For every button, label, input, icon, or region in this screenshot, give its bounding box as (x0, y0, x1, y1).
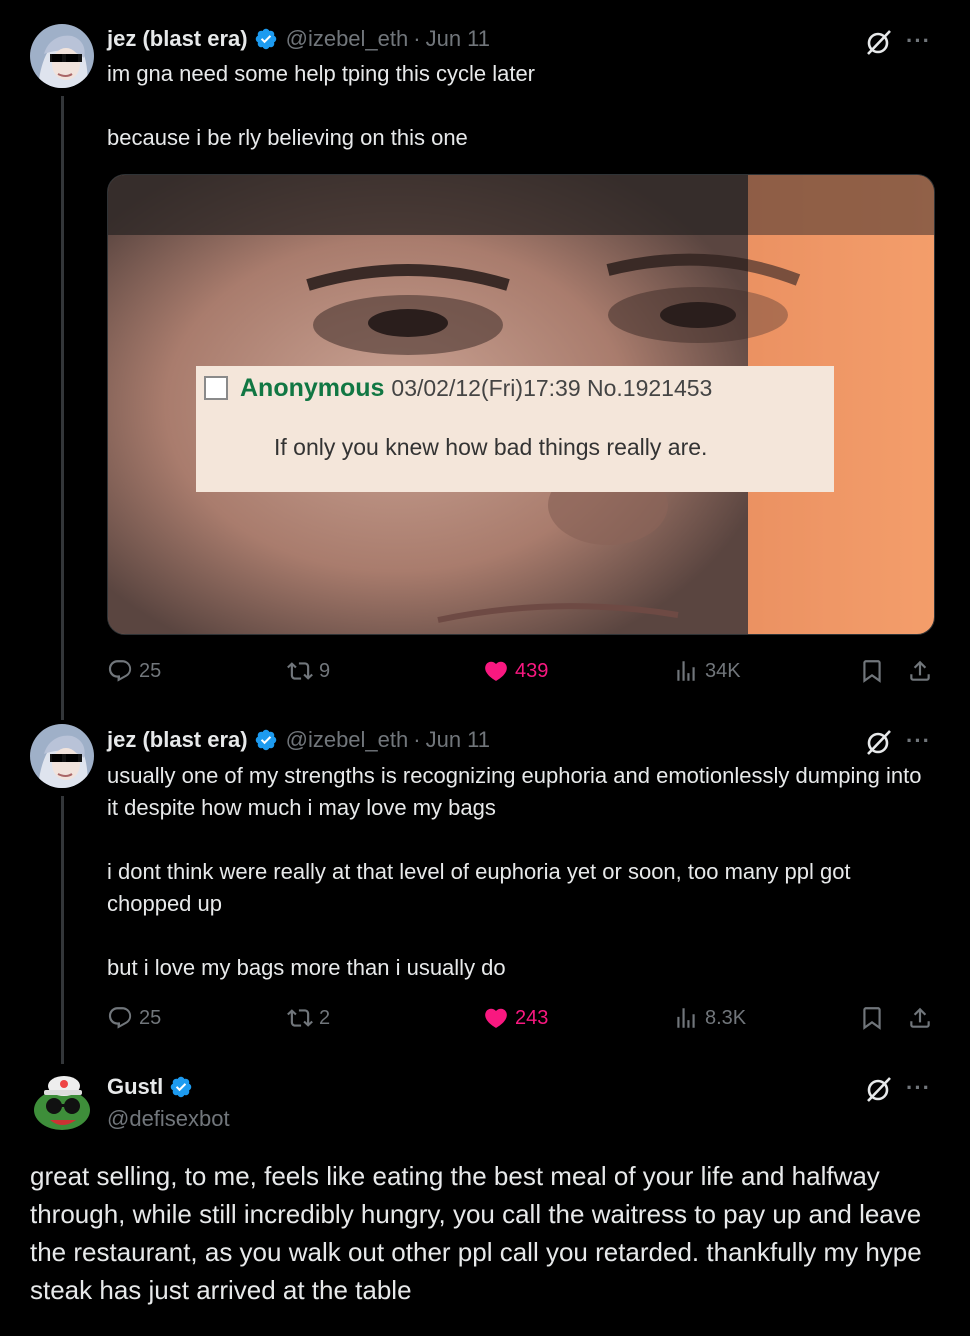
avatar[interactable] (30, 724, 94, 788)
user-handle[interactable]: @izebel_eth (286, 727, 409, 753)
caption-poster: Anonymous (240, 374, 385, 402)
bookmark-icon (863, 660, 881, 683)
heart-icon (485, 661, 507, 681)
tweet-date[interactable]: Jun 11 (426, 727, 490, 753)
heart-icon (485, 1008, 507, 1028)
thread-line (61, 796, 64, 1064)
repost-button[interactable]: 2 (287, 1005, 330, 1031)
views-count: 8.3K (705, 1006, 747, 1029)
caption-meta: 03/02/12(Fri)17:39 No.1921453 (391, 375, 713, 401)
tweet-date[interactable]: Jun 11 (426, 26, 490, 52)
reply-count: 25 (139, 659, 162, 682)
checkbox-icon (204, 376, 228, 400)
bookmark-button[interactable] (859, 658, 885, 689)
bookmark-button[interactable] (859, 1005, 885, 1036)
tweet-text: im gna need some help tping this cycle l… (107, 61, 536, 150)
avatar[interactable] (30, 24, 94, 88)
avatar[interactable] (30, 1072, 94, 1136)
separator-dot: · (413, 727, 421, 752)
separator-dot: · (413, 26, 421, 51)
display-name[interactable]: Gustl (107, 1074, 163, 1100)
repost-icon (287, 1009, 313, 1027)
tweet-header: Gustl (107, 1074, 201, 1100)
reply-icon (108, 660, 132, 682)
tweet-header-handle: @defisexbot (107, 1106, 230, 1132)
user-handle[interactable]: @defisexbot (107, 1106, 230, 1132)
repost-icon (287, 662, 313, 680)
views-icon (677, 661, 695, 681)
views-button[interactable]: 34K (673, 658, 741, 684)
share-button[interactable] (907, 1005, 933, 1036)
share-button[interactable] (907, 658, 933, 689)
verified-badge-icon (255, 28, 276, 50)
like-button[interactable]: 439 (483, 658, 548, 684)
views-icon (677, 1008, 695, 1028)
views-count: 34K (705, 659, 741, 682)
avatar-anime-icon (30, 724, 94, 788)
display-name[interactable]: jez (blast era) (107, 26, 248, 52)
repost-button[interactable]: 9 (287, 658, 330, 684)
verified-badge-icon (170, 1076, 192, 1098)
caption-header: Anonymous 03/02/12(Fri)17:39 No.1921453 (240, 374, 712, 403)
tweet-actions: 25 2 243 8.3K (107, 1005, 937, 1035)
avatar-pepe-icon (30, 1072, 94, 1136)
tweet-image[interactable]: Anonymous 03/02/12(Fri)17:39 No.1921453 … (107, 174, 935, 635)
more-options-icon[interactable]: ··· (906, 1075, 931, 1101)
user-handle[interactable]: @izebel_eth (286, 26, 409, 52)
display-name[interactable]: jez (blast era) (107, 727, 248, 753)
thread-line (61, 96, 64, 720)
quote-caption-box: Anonymous 03/02/12(Fri)17:39 No.1921453 … (196, 366, 834, 492)
tweet-header: jez (blast era) @izebel_eth · Jun 11 (107, 727, 490, 753)
more-options-icon[interactable]: ··· (906, 28, 931, 54)
share-icon (910, 1007, 930, 1028)
like-count: 439 (515, 659, 549, 682)
bookmark-icon (863, 1007, 881, 1030)
grok-icon[interactable] (864, 27, 894, 57)
tweet-text: great selling, to me, feels like eating … (30, 1161, 922, 1305)
reply-count: 25 (139, 1006, 162, 1029)
verified-badge-icon (255, 729, 276, 751)
tweet-actions: 25 9 439 34K (107, 658, 937, 688)
grok-icon[interactable] (864, 1074, 894, 1104)
reply-button[interactable]: 25 (107, 658, 161, 684)
reply-icon (108, 1007, 132, 1029)
tweet-text: usually one of my strengths is recognizi… (107, 763, 922, 980)
tweet-header: jez (blast era) @izebel_eth · Jun 11 (107, 26, 490, 52)
avatar-anime-icon (30, 24, 94, 88)
more-options-icon[interactable]: ··· (906, 728, 931, 754)
like-count: 243 (515, 1006, 549, 1029)
repost-count: 9 (319, 659, 331, 682)
grok-icon[interactable] (864, 727, 894, 757)
like-button[interactable]: 243 (483, 1005, 548, 1031)
reply-button[interactable]: 25 (107, 1005, 161, 1031)
repost-count: 2 (319, 1006, 331, 1029)
share-icon (910, 660, 930, 681)
caption-message: If only you knew how bad things really a… (274, 434, 708, 460)
views-button[interactable]: 8.3K (673, 1005, 746, 1031)
